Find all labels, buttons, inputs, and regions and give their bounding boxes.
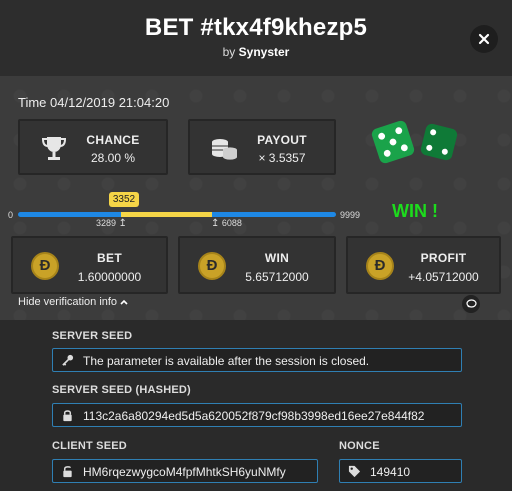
nonce-label: NONCE	[339, 440, 380, 452]
profit-value: +4.05712000	[408, 270, 479, 284]
win-range-low: 3289 ↥	[96, 218, 127, 229]
client-seed-field[interactable]: HM6rqezwygcoM4fpfMhtkSH6yuNMfy	[52, 459, 318, 483]
roll-result-marker: 3352	[109, 192, 139, 207]
bet-value: 1.60000000	[77, 270, 142, 284]
profit-label: PROFIT	[420, 251, 467, 265]
win-range-low-value: 3289	[96, 218, 117, 228]
bet-details-modal: BET #tkx4f9khezp5 by Synyster Time 04/12…	[0, 0, 512, 491]
chance-label: CHANCE	[86, 133, 140, 147]
key-icon	[62, 354, 74, 366]
close-icon	[478, 33, 490, 45]
bet-result: WIN !	[392, 201, 438, 221]
chat-icon	[465, 299, 477, 308]
server-seed-value: The parameter is available after the ses…	[83, 354, 370, 368]
server-seed-hashed-label: SERVER SEED (HASHED)	[52, 384, 191, 396]
unlock-icon	[63, 466, 72, 478]
bet-summary: Time 04/12/2019 21:04:20 CHANCE 28.00 %	[0, 76, 512, 320]
hide-verification-toggle[interactable]: Hide verification info	[18, 296, 128, 308]
win-range-segment	[121, 212, 212, 217]
profit-box: Đ PROFIT +4.05712000	[346, 236, 501, 294]
chevron-up-icon	[120, 299, 128, 305]
close-button[interactable]	[470, 25, 498, 53]
hide-verification-label: Hide verification info	[18, 296, 118, 308]
payout-value: × 3.5357	[258, 151, 306, 165]
win-range-high: ↥ 6088	[211, 218, 242, 229]
server-seed-label: SERVER SEED	[52, 330, 133, 342]
bet-amount-box: Đ BET 1.60000000	[11, 236, 168, 294]
win-range-high-value: 6088	[221, 218, 242, 228]
range-max-label: 9999	[340, 210, 361, 220]
payout-label: PAYOUT	[257, 133, 307, 147]
bet-label: BET	[97, 251, 122, 265]
payout-box: PAYOUT × 3.5357	[188, 119, 336, 175]
bet-author: Synyster	[238, 45, 290, 59]
modal-header: BET #tkx4f9khezp5 by Synyster	[0, 0, 512, 76]
chance-box: CHANCE 28.00 %	[18, 119, 168, 175]
server-seed-hashed-value: 113c2a6a80294ed5d5a620052f879cf98b3998ed…	[83, 409, 425, 423]
win-label: WIN	[264, 251, 290, 265]
lock-icon	[63, 410, 72, 422]
server-seed-hashed-field[interactable]: 113c2a6a80294ed5d5a620052f879cf98b3998ed…	[52, 403, 462, 427]
dice-icon	[371, 120, 458, 164]
range-min-label: 0	[8, 210, 14, 220]
nonce-field[interactable]: 149410	[339, 459, 462, 483]
bet-title: BET #tkx4f9khezp5	[144, 14, 368, 41]
by-prefix: by	[222, 45, 236, 59]
win-amount-box: Đ WIN 5.65712000	[178, 236, 336, 294]
chance-value: 28.00 %	[90, 151, 136, 165]
win-value: 5.65712000	[245, 270, 309, 284]
bet-author-line: by Synyster	[0, 45, 512, 59]
client-seed-label: CLIENT SEED	[52, 440, 127, 452]
tag-icon	[348, 465, 361, 478]
nonce-value: 149410	[370, 465, 411, 479]
bet-time: Time 04/12/2019 21:04:20	[18, 95, 170, 110]
chat-button[interactable]	[462, 295, 480, 313]
client-seed-value: HM6rqezwygcoM4fpfMhtkSH6yuNMfy	[83, 465, 286, 479]
verification-panel: SERVER SEED The parameter is available a…	[0, 320, 512, 491]
server-seed-field[interactable]: The parameter is available after the ses…	[52, 348, 462, 372]
